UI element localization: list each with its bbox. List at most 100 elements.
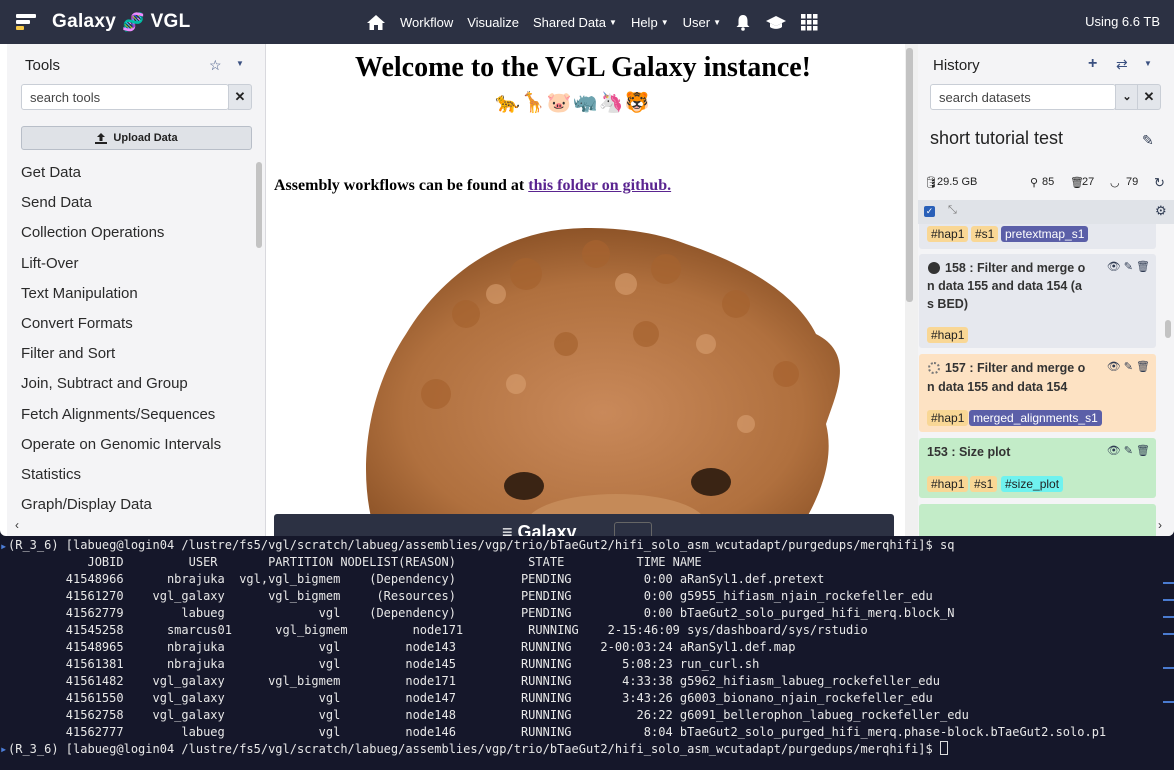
tool-section-lift-over[interactable]: Lift-Over <box>21 251 251 281</box>
scroll-left-icon[interactable]: ‹ <box>15 518 19 532</box>
terminal-line: 41561381 nbrajuka vgl node145 RUNNING 5:… <box>8 657 760 671</box>
clock-icon <box>928 262 940 274</box>
upload-label: Upload Data <box>113 132 178 144</box>
hidden-count[interactable]: 79 <box>1126 176 1138 188</box>
scroll-right-icon[interactable]: › <box>1158 518 1162 532</box>
nav-user[interactable]: User ▼ <box>683 15 721 30</box>
caret-down-icon: ▼ <box>713 17 721 27</box>
graduation-cap-icon[interactable] <box>765 14 787 31</box>
tool-section-get-data[interactable]: Get Data <box>21 160 251 190</box>
github-folder-link[interactable]: this folder on github. <box>528 177 671 194</box>
dataset-item-158[interactable]: 158 : Filter and merge o n data 155 and … <box>919 254 1156 348</box>
tool-section-collection-operations[interactable]: Collection Operations <box>21 220 251 250</box>
edge-marker <box>1163 599 1174 601</box>
upload-icon <box>95 132 108 144</box>
terminal-line: 41545258 smarcus01 vgl_bigmem node171 RU… <box>8 623 868 637</box>
tag: #hap1 <box>927 410 969 426</box>
tool-section-convert-formats[interactable]: Convert Formats <box>21 311 251 341</box>
grid-apps-icon[interactable] <box>800 13 818 31</box>
eye-icon[interactable]: 👁 <box>1107 261 1121 273</box>
eye-slash-icon: ◡ <box>1110 177 1120 189</box>
tool-panel-scrollbar[interactable] <box>256 162 262 248</box>
tool-section-send-data[interactable]: Send Data <box>21 190 251 220</box>
brand[interactable]: Galaxy 🧬 VGL <box>16 8 191 36</box>
terminal[interactable]: ▸ (R_3_6) [labueg@login04 /lustre/fs5/vg… <box>0 536 1174 770</box>
tag: #hap1 <box>927 327 969 343</box>
terminal-line: 41548965 nbrajuka vgl node143 RUNNING 2-… <box>8 640 796 654</box>
pencil-icon[interactable]: ✎ <box>1142 132 1154 149</box>
animal-emojis: 🐆🦒🐷🦏🦄🐯 <box>495 92 651 114</box>
left-caret-icon: ▸ <box>0 742 8 756</box>
nav-shared-data[interactable]: Shared Data ▼ <box>533 15 617 30</box>
gear-icon[interactable]: ⚙ <box>1155 203 1167 219</box>
database-icon: 🛢 <box>924 177 938 189</box>
eye-icon[interactable]: 👁 <box>1107 361 1121 373</box>
deleted-count[interactable]: 27 <box>1082 176 1094 188</box>
center-scrollbar-thumb[interactable] <box>906 48 913 302</box>
tool-section-list: Get Data Send Data Collection Operations… <box>21 160 251 522</box>
collapse-icon[interactable]: ⤡ <box>948 204 957 217</box>
trash-icon[interactable]: 🗑 <box>1136 261 1150 273</box>
pencil-icon[interactable]: ✎ <box>1124 361 1133 373</box>
upload-data-button[interactable]: Upload Data <box>21 126 252 150</box>
dataset-actions: 👁 ✎ 🗑 <box>1107 360 1150 373</box>
nav-help[interactable]: Help ▼ <box>631 15 669 30</box>
nav-workflow[interactable]: Workflow <box>400 15 453 30</box>
nav-help-label: Help <box>630 14 658 30</box>
tool-section-fetch-alignments[interactable]: Fetch Alignments/Sequences <box>21 402 251 432</box>
nav-user-label: User <box>682 14 711 30</box>
tool-section-statistics[interactable]: Statistics <box>21 462 251 492</box>
home-icon[interactable] <box>366 14 386 31</box>
horizontal-scrollbar[interactable]: ‹ › <box>7 516 1174 536</box>
history-size[interactable]: 29.5 GB <box>937 176 977 188</box>
dog-photo <box>366 228 840 536</box>
caret-down-icon[interactable]: ▼ <box>1144 59 1152 68</box>
plus-icon[interactable]: + <box>1088 55 1097 73</box>
pencil-icon[interactable]: ✎ <box>1124 445 1133 457</box>
tool-section-filter-and-sort[interactable]: Filter and Sort <box>21 341 251 371</box>
spinner-icon <box>928 362 940 374</box>
tag: #hap1 <box>927 226 969 242</box>
dataset-search-input[interactable]: search datasets <box>930 84 1116 110</box>
terminal-line: 41562758 vgl_galaxy vgl node148 RUNNING … <box>8 708 969 722</box>
caret-down-icon: ▼ <box>609 17 617 27</box>
dataset-actions: 👁 ✎ 🗑 <box>1107 444 1150 457</box>
select-all-checkbox-icon[interactable]: ✓ <box>924 206 935 217</box>
nav-visualize[interactable]: Visualize <box>467 15 519 30</box>
tool-section-genomic-intervals[interactable]: Operate on Genomic Intervals <box>21 432 251 462</box>
brand-galaxy: Galaxy <box>52 11 117 32</box>
dataset-title-line: 157 : Filter and merge o <box>945 361 1086 375</box>
eye-icon[interactable]: 👁 <box>1107 445 1121 457</box>
trash-icon[interactable]: 🗑 <box>1136 361 1150 373</box>
dataset-title-line: s BED) <box>927 297 968 311</box>
dataset-item-153[interactable]: 153 : Size plot 👁 ✎ 🗑 #hap1 #s1 #size_pl… <box>919 438 1156 498</box>
pencil-icon[interactable]: ✎ <box>1124 261 1133 273</box>
edge-marker <box>1163 667 1174 669</box>
clear-dataset-search-button[interactable]: ✕ <box>1137 84 1161 110</box>
caret-down-icon[interactable]: ▼ <box>236 59 244 68</box>
tool-search-input[interactable]: search tools <box>21 84 229 110</box>
center-scrollbar-track[interactable] <box>905 44 918 536</box>
dataset-item-157[interactable]: 157 : Filter and merge o n data 155 and … <box>919 354 1156 432</box>
center-panel: Welcome to the VGL Galaxy instance! 🐆🦒🐷🦏… <box>266 44 904 536</box>
dataset-actions: 👁 ✎ 🗑 <box>1107 260 1150 273</box>
trash-icon[interactable]: 🗑 <box>1136 445 1150 457</box>
switch-history-icon[interactable]: ⇄ <box>1116 56 1128 73</box>
caret-down-icon: ▼ <box>660 17 669 27</box>
history-scrollbar[interactable] <box>1165 320 1171 338</box>
advanced-search-icon[interactable]: ⌄ <box>1115 84 1139 110</box>
history-name[interactable]: short tutorial test <box>930 128 1063 149</box>
history-panel: History + ⇄ ▼ search datasets ⌄ ✕ short … <box>918 44 1174 536</box>
tool-section-join-subtract-group[interactable]: Join, Subtract and Group <box>21 371 251 401</box>
star-icon[interactable]: ☆ <box>209 57 222 74</box>
bell-icon[interactable] <box>735 14 751 31</box>
refresh-icon[interactable]: ↻ <box>1154 175 1165 191</box>
dataset-item[interactable]: #hap1 #s1 pretextmap_s1 <box>919 224 1156 249</box>
shown-count[interactable]: 85 <box>1042 176 1054 188</box>
storage-usage[interactable]: Using 6.6 TB <box>1085 14 1160 29</box>
tool-section-text-manipulation[interactable]: Text Manipulation <box>21 281 251 311</box>
dataset-title-line: n data 155 and data 154 (a <box>927 279 1082 293</box>
dataset-list: #hap1 #s1 pretextmap_s1 158 : Filter and… <box>918 224 1164 536</box>
clear-search-button[interactable]: ✕ <box>228 84 252 110</box>
main-nav: Workflow Visualize Shared Data ▼ Help ▼ Us… <box>366 0 832 44</box>
